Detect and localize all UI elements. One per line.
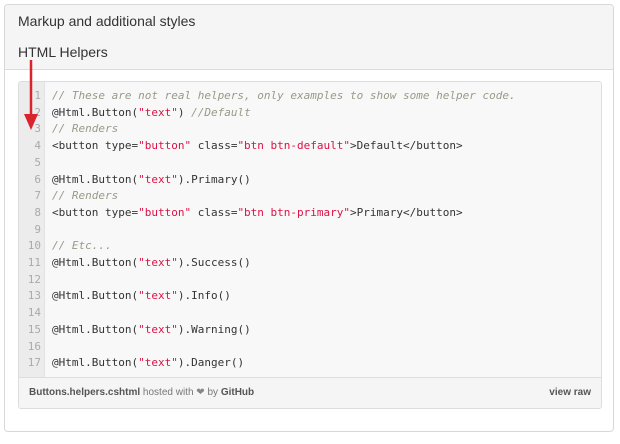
code-line: 8 <button type="button" class="btn btn-pr…	[19, 205, 601, 222]
code-token: // Etc...	[52, 239, 112, 253]
code-line: 1// These are not real helpers, only exa…	[19, 88, 601, 105]
code-line: 16	[19, 339, 601, 356]
code-token: // Renders	[52, 189, 119, 203]
line-number: 4	[34, 139, 41, 153]
code-text: // These are not real helpers, only exam…	[52, 88, 516, 105]
line-number: 5	[34, 155, 41, 169]
line-number: 16	[27, 339, 41, 353]
code-line: 7 // Renders	[19, 188, 601, 205]
gist-embed: 1// These are not real helpers, only exa…	[18, 81, 602, 409]
github-link[interactable]: GitHub	[221, 387, 254, 398]
code-line: 12	[19, 272, 601, 289]
code-line: 11 @Html.Button("text").Success()	[19, 255, 601, 272]
code-token: "button"	[138, 205, 192, 219]
code-token: "text"	[138, 322, 178, 336]
code-token: @Html.Button(	[52, 322, 139, 336]
by-text: by	[207, 387, 219, 398]
gist-file-link[interactable]: Buttons.helpers.cshtml	[29, 387, 140, 398]
line-number: 13	[27, 289, 41, 303]
code-token: )	[177, 105, 192, 119]
code-text: @Html.Button("text") //Default	[52, 105, 251, 122]
code-token: class=	[191, 139, 238, 153]
code-token: @Html.Button(	[52, 289, 139, 303]
panel-header: Markup and additional styles HTML Helper…	[5, 5, 613, 70]
code-text: <button type="button" class="btn btn-pri…	[52, 205, 463, 222]
code-line: 2 @Html.Button("text") //Default	[19, 105, 601, 122]
code-text: // Etc...	[52, 238, 112, 255]
code-token: ).Warning()	[177, 322, 251, 336]
code-token: @Html.Button(	[52, 172, 139, 186]
gist-meta-left: Buttons.helpers.cshtml hosted with ❤ by …	[29, 378, 254, 408]
code-token: ).Danger()	[177, 356, 245, 370]
code-token: class=	[191, 205, 238, 219]
line-number: 15	[27, 322, 41, 336]
code-token: "btn btn-primary"	[237, 205, 351, 219]
code-token: "text"	[138, 289, 178, 303]
code-line: 9	[19, 222, 601, 239]
code-text: @Html.Button("text").Success()	[52, 255, 251, 272]
code-token: ).Info()	[177, 289, 231, 303]
code-token: "btn btn-default"	[237, 139, 351, 153]
line-number: 17	[27, 356, 41, 370]
code-line: 10 // Etc...	[19, 238, 601, 255]
code-text: @Html.Button("text").Info()	[52, 288, 231, 305]
code-text: // Renders	[52, 188, 118, 205]
panel-subtitle: HTML Helpers	[18, 44, 108, 60]
heart-icon: ❤	[196, 387, 205, 398]
line-number: 14	[27, 306, 41, 320]
arrow-head	[24, 114, 38, 130]
code-token: <button type=	[52, 139, 139, 153]
code-line: 13 @Html.Button("text").Info()	[19, 288, 601, 305]
code-token: >Primary</button>	[350, 205, 463, 219]
code-token: @Html.Button(	[52, 356, 139, 370]
code-token: // These are not real helpers, only exam…	[52, 89, 516, 102]
code-token: "text"	[138, 356, 178, 370]
code-token: "text"	[138, 105, 178, 119]
code-token: "text"	[138, 172, 178, 186]
view-raw-link[interactable]: view raw	[549, 378, 591, 408]
code-token: "text"	[138, 256, 178, 269]
code-text: <button type="button" class="btn btn-def…	[52, 138, 463, 155]
code-token: >Default</button>	[350, 139, 463, 153]
line-number: 8	[34, 205, 41, 219]
code-token: ).Success()	[177, 256, 251, 269]
code-token: // Renders	[52, 122, 119, 136]
code-line: 3// Renders	[19, 121, 601, 138]
code-token: //Default	[191, 105, 251, 119]
code-line: 5	[19, 155, 601, 172]
code-text: // Renders	[52, 121, 118, 138]
code-area: 1// These are not real helpers, only exa…	[19, 82, 601, 378]
code-token: ).Primary()	[177, 172, 251, 186]
code-text: @Html.Button("text").Danger()	[52, 355, 244, 372]
code-line: 4 <button type="button" class="btn btn-de…	[19, 138, 601, 155]
code-line: 17 @Html.Button("text").Danger()	[19, 355, 601, 372]
panel: Markup and additional styles HTML Helper…	[4, 4, 614, 432]
code-line: 14	[19, 305, 601, 322]
panel-title: Markup and additional styles	[18, 13, 196, 29]
annotation-arrow-icon	[24, 60, 38, 130]
line-number: 11	[27, 256, 41, 269]
code-token: "button"	[138, 139, 192, 153]
hosted-with-text: hosted with	[142, 387, 194, 398]
code-token: @Html.Button(	[52, 105, 139, 119]
code-token: <button type=	[52, 205, 139, 219]
code-line: 15 @Html.Button("text").Warning()	[19, 322, 601, 339]
code-line: 6 @Html.Button("text").Primary()	[19, 172, 601, 189]
code-text: @Html.Button("text").Primary()	[52, 172, 251, 189]
line-number: 12	[27, 272, 41, 286]
line-number: 9	[34, 222, 41, 236]
code-text: @Html.Button("text").Warning()	[52, 322, 251, 339]
line-number: 6	[34, 172, 41, 186]
code-token: @Html.Button(	[52, 256, 139, 269]
line-number: 10	[27, 239, 41, 253]
line-number: 7	[34, 189, 41, 203]
gist-footer: Buttons.helpers.cshtml hosted with ❤ by …	[19, 377, 601, 408]
